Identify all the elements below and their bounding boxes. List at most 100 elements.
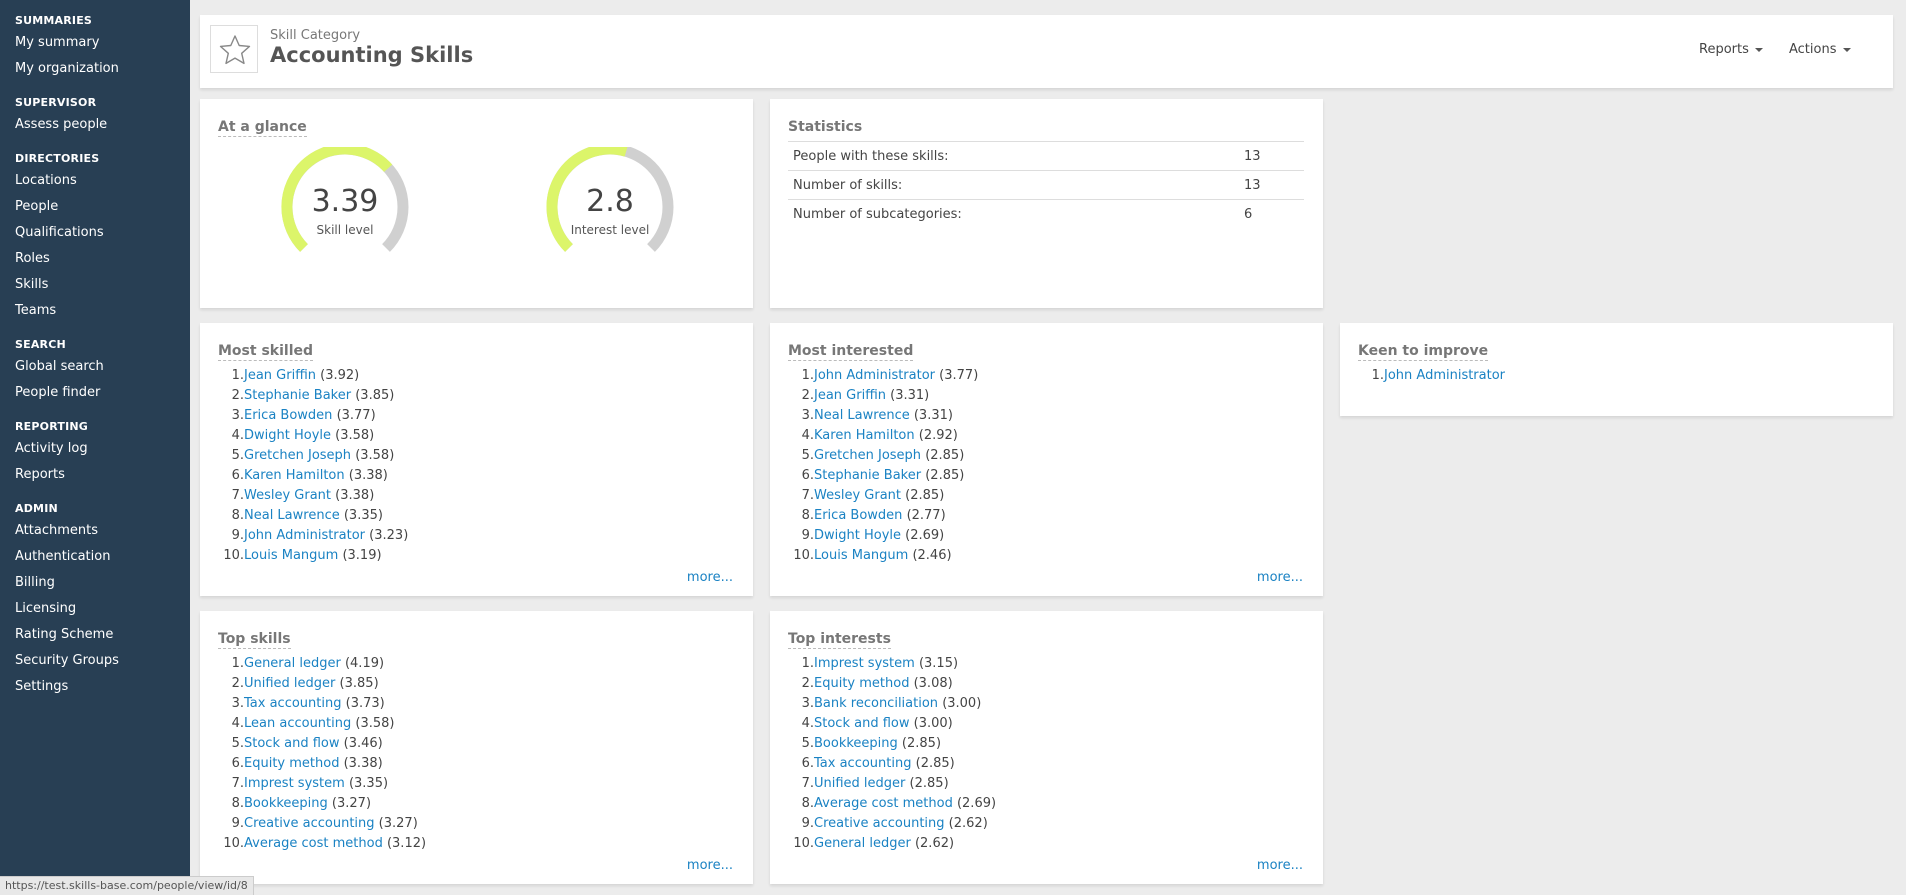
list-item-link[interactable]: Jean Griffin — [814, 388, 886, 403]
list-item-link[interactable]: Dwight Hoyle — [244, 428, 331, 443]
sidebar-item-people-finder[interactable]: People finder — [15, 380, 190, 406]
list-item: 10. Average cost method (3.12) — [218, 834, 426, 854]
sidebar-item-rating-scheme[interactable]: Rating Scheme — [15, 622, 190, 648]
list-item: 2. Unified ledger (3.85) — [218, 674, 426, 694]
list-item-link[interactable]: Imprest system — [814, 656, 915, 671]
list-item-link[interactable]: Neal Lawrence — [814, 408, 910, 423]
list-item-link[interactable]: Lean accounting — [244, 716, 351, 731]
statistics-row: Number of subcategories: 6 — [788, 199, 1304, 228]
list-item-link[interactable]: Karen Hamilton — [244, 468, 345, 483]
list-item-link[interactable]: Tax accounting — [814, 756, 911, 771]
list-item-link[interactable]: Gretchen Joseph — [814, 448, 921, 463]
list-item-link[interactable]: John Administrator — [244, 528, 365, 543]
sidebar-item-attachments[interactable]: Attachments — [15, 518, 190, 544]
sidebar-item-global-search[interactable]: Global search — [15, 354, 190, 380]
list-item-link[interactable]: Gretchen Joseph — [244, 448, 351, 463]
list-item: 7. Wesley Grant (2.85) — [788, 486, 978, 506]
rank-number: 8. — [801, 796, 814, 811]
rank-number: 10. — [793, 836, 814, 851]
list-item-link[interactable]: John Administrator — [1384, 368, 1505, 383]
list-item-link[interactable]: Tax accounting — [244, 696, 341, 711]
sidebar-item-skills[interactable]: Skills — [15, 272, 190, 298]
list-item-link[interactable]: Wesley Grant — [244, 488, 331, 503]
rank-number: 3. — [801, 696, 814, 711]
rank-number: 7. — [801, 776, 814, 791]
list-item-link[interactable]: Erica Bowden — [244, 408, 332, 423]
list-item-link[interactable]: Erica Bowden — [814, 508, 902, 523]
sidebar-item-locations[interactable]: Locations — [15, 168, 190, 194]
list-item-link[interactable]: Dwight Hoyle — [814, 528, 901, 543]
sidebar-item-activity-log[interactable]: Activity log — [15, 436, 190, 462]
list-item-link[interactable]: John Administrator — [814, 368, 935, 383]
skill-level-gauge: 3.39 Skill level — [275, 147, 415, 267]
list-item-link[interactable]: Equity method — [244, 756, 339, 771]
list-item-link[interactable]: Bookkeeping — [814, 736, 898, 751]
list-item-link[interactable]: Stock and flow — [244, 736, 339, 751]
nav-section-directories: DIRECTORIES Locations People Qualifications… — [0, 150, 190, 324]
list-item: 5. Gretchen Joseph (2.85) — [788, 446, 978, 466]
top-interests-card: Top interests 1. Imprest system (3.15) 2.… — [770, 611, 1323, 884]
rank-number: 7. — [801, 488, 814, 503]
list-item-score: (3.19) — [342, 548, 382, 563]
list-item: 1. General ledger (4.19) — [218, 654, 426, 674]
list-item-link[interactable]: Stephanie Baker — [244, 388, 351, 403]
list-item-link[interactable]: Creative accounting — [244, 816, 375, 831]
list-item: 6. Tax accounting (2.85) — [788, 754, 996, 774]
actions-dropdown-button[interactable]: Actions — [1789, 42, 1851, 57]
list-item-link[interactable]: Louis Mangum — [814, 548, 908, 563]
more-link[interactable]: more... — [687, 570, 733, 585]
more-link[interactable]: more... — [687, 858, 733, 873]
list-item-link[interactable]: Equity method — [814, 676, 909, 691]
list-item-score: (2.69) — [956, 796, 997, 811]
rank-number: 6. — [231, 756, 244, 771]
sidebar-item-my-summary[interactable]: My summary — [15, 30, 190, 56]
list-item: 3. Erica Bowden (3.77) — [218, 406, 408, 426]
list-item-link[interactable]: Average cost method — [814, 796, 953, 811]
page-kicker: Skill Category — [270, 28, 361, 43]
sidebar-item-teams[interactable]: Teams — [15, 298, 190, 324]
sidebar-item-authentication[interactable]: Authentication — [15, 544, 190, 570]
list-item-link[interactable]: Louis Mangum — [244, 548, 338, 563]
sidebar-item-billing[interactable]: Billing — [15, 570, 190, 596]
card-title: Most interested — [788, 343, 914, 361]
list-item-score: (2.92) — [918, 428, 958, 443]
list-item-link[interactable]: General ledger — [244, 656, 341, 671]
list-item-link[interactable]: Imprest system — [244, 776, 345, 791]
list-item-link[interactable]: Bank reconciliation — [814, 696, 938, 711]
sidebar-item-settings[interactable]: Settings — [15, 674, 190, 700]
list-item-link[interactable]: Stock and flow — [814, 716, 909, 731]
list-item: 2. Jean Griffin (3.31) — [788, 386, 978, 406]
sidebar-item-licensing[interactable]: Licensing — [15, 596, 190, 622]
list-item-link[interactable]: Average cost method — [244, 836, 383, 851]
list-item-link[interactable]: Jean Griffin — [244, 368, 316, 383]
rank-number: 8. — [231, 796, 244, 811]
rank-number: 4. — [801, 428, 814, 443]
list-item-link[interactable]: Unified ledger — [814, 776, 905, 791]
reports-dropdown-button[interactable]: Reports — [1699, 42, 1763, 57]
sidebar-item-reports[interactable]: Reports — [15, 462, 190, 488]
list-item-link[interactable]: Neal Lawrence — [244, 508, 340, 523]
list-item-link[interactable]: Stephanie Baker — [814, 468, 921, 483]
rank-number: 1. — [231, 656, 244, 671]
sidebar-item-qualifications[interactable]: Qualifications — [15, 220, 190, 246]
rank-number: 1. — [1371, 368, 1384, 383]
list-item-score: (3.31) — [890, 388, 930, 403]
statistic-label: People with these skills: — [788, 141, 1239, 171]
more-link[interactable]: more... — [1257, 858, 1303, 873]
list-item: 7. Unified ledger (2.85) — [788, 774, 996, 794]
list-item-link[interactable]: Unified ledger — [244, 676, 335, 691]
sidebar-item-roles[interactable]: Roles — [15, 246, 190, 272]
list-item-score: (2.85) — [909, 776, 949, 791]
list-item-link[interactable]: General ledger — [814, 836, 911, 851]
rank-number: 8. — [231, 508, 244, 523]
sidebar-item-security-groups[interactable]: Security Groups — [15, 648, 190, 674]
more-link[interactable]: more... — [1257, 570, 1303, 585]
list-item-link[interactable]: Creative accounting — [814, 816, 945, 831]
list-item-link[interactable]: Karen Hamilton — [814, 428, 915, 443]
sidebar-item-people[interactable]: People — [15, 194, 190, 220]
sidebar-item-my-organization[interactable]: My organization — [15, 56, 190, 82]
sidebar-item-assess-people[interactable]: Assess people — [15, 112, 190, 138]
interest-level-value: 2.8 — [586, 184, 634, 219]
list-item-link[interactable]: Bookkeeping — [244, 796, 328, 811]
list-item-link[interactable]: Wesley Grant — [814, 488, 901, 503]
